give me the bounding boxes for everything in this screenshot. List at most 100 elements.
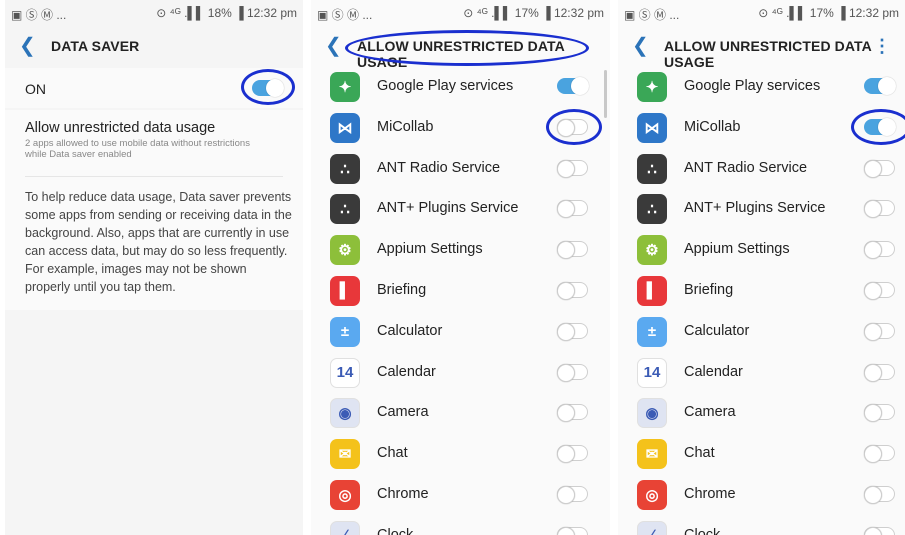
app-row[interactable]: ✦ Google Play services bbox=[311, 66, 610, 107]
app-bar: ❮ ALLOW UNRESTRICTED DATA USAGE bbox=[311, 26, 610, 70]
app-row[interactable]: ◎ Chrome bbox=[618, 474, 905, 515]
calendar-icon: 14 bbox=[637, 357, 667, 388]
switch-knob bbox=[557, 241, 575, 260]
app-bar: ❮ ALLOW UNRESTRICTED DATA USAGE ⋮ bbox=[618, 26, 905, 70]
calculator-icon: ± bbox=[637, 316, 667, 347]
app-data-switch[interactable] bbox=[864, 159, 895, 178]
data-saver-screen: ▣ Ⓢ Ⓜ ... ⊙ ⁴ᴳ .▌▌ 18% ▐ 12:32 pm ❮ DATA… bbox=[5, 0, 303, 535]
app-row[interactable]: ∕ Clock bbox=[618, 515, 905, 535]
app-data-switch[interactable] bbox=[557, 241, 588, 260]
app-row[interactable]: ✦ Google Play services bbox=[618, 66, 905, 107]
app-data-switch[interactable] bbox=[864, 117, 896, 136]
app-row[interactable]: ◉ Camera bbox=[311, 392, 610, 433]
app-data-switch[interactable] bbox=[864, 241, 895, 260]
app-name: Chat bbox=[684, 445, 715, 462]
app-row[interactable]: ⚙ Appium Settings bbox=[311, 229, 610, 270]
app-row[interactable]: ▌ Briefing bbox=[618, 270, 905, 311]
app-name: Chrome bbox=[377, 485, 429, 502]
switch-knob bbox=[557, 526, 575, 535]
app-row[interactable]: ∴ ANT Radio Service bbox=[311, 148, 610, 189]
app-name: Briefing bbox=[377, 281, 427, 298]
allow-unrestricted-link[interactable]: Allow unrestricted data usage bbox=[25, 120, 215, 136]
app-row[interactable]: ⋈ MiCollab bbox=[618, 107, 905, 148]
camera-icon: ◉ bbox=[637, 398, 667, 429]
app-data-switch[interactable] bbox=[864, 200, 895, 219]
app-name: Camera bbox=[684, 404, 736, 421]
data-saver-toggle-row[interactable]: ON bbox=[5, 68, 303, 108]
back-arrow-icon[interactable]: ❮ bbox=[325, 36, 342, 56]
app-row[interactable]: ∴ ANT+ Plugins Service bbox=[311, 188, 610, 229]
app-list: ✦ Google Play services ⋈ MiCollab ∴ ANT Radio… bbox=[618, 66, 905, 535]
app-data-switch[interactable] bbox=[557, 485, 588, 504]
switch-knob bbox=[864, 445, 882, 464]
app-data-switch[interactable] bbox=[864, 77, 896, 95]
back-arrow-icon[interactable]: ❮ bbox=[19, 36, 36, 56]
app-name: Clock bbox=[377, 526, 414, 535]
status-indicators: ⊙ ⁴ᴳ .▌▌ 17% ▐ 12:32 pm bbox=[758, 6, 899, 20]
app-row[interactable]: ◉ Camera bbox=[618, 392, 905, 433]
app-row[interactable]: ✉ Chat bbox=[311, 433, 610, 474]
micollab-icon: ⋈ bbox=[637, 112, 667, 143]
app-data-switch[interactable] bbox=[557, 445, 588, 464]
camera-icon: ◉ bbox=[330, 398, 360, 429]
app-data-switch[interactable] bbox=[557, 200, 588, 219]
switch-knob bbox=[557, 159, 575, 178]
app-row[interactable]: ⋈ MiCollab bbox=[311, 107, 610, 148]
app-row[interactable]: ∴ ANT+ Plugins Service bbox=[618, 188, 905, 229]
unrestricted-data-section: Allow unrestricted data usage 2 apps all… bbox=[5, 110, 303, 310]
ant-plus-icon: ∴ bbox=[637, 194, 667, 225]
app-data-switch[interactable] bbox=[557, 118, 588, 137]
app-row[interactable]: ◎ Chrome bbox=[311, 474, 610, 515]
switch-knob bbox=[864, 485, 882, 504]
switch-knob bbox=[557, 118, 575, 137]
micollab-icon: ⋈ bbox=[330, 112, 360, 143]
more-options-icon[interactable]: ⋮ bbox=[873, 36, 891, 57]
app-row[interactable]: ∴ ANT Radio Service bbox=[618, 148, 905, 189]
app-data-switch[interactable] bbox=[557, 404, 588, 423]
app-name: Camera bbox=[377, 404, 429, 421]
switch-knob bbox=[864, 159, 882, 178]
app-row[interactable]: ⚙ Appium Settings bbox=[618, 229, 905, 270]
google-play-services-icon: ✦ bbox=[637, 72, 667, 102]
app-data-switch[interactable] bbox=[864, 281, 895, 300]
app-name: Calendar bbox=[377, 363, 436, 380]
data-saver-state-label: ON bbox=[25, 81, 46, 97]
google-play-services-icon: ✦ bbox=[330, 72, 360, 102]
app-data-switch[interactable] bbox=[557, 159, 588, 178]
app-row[interactable]: ▌ Briefing bbox=[311, 270, 610, 311]
app-name: Chat bbox=[377, 445, 408, 462]
app-data-switch[interactable] bbox=[864, 445, 895, 464]
switch-knob bbox=[864, 200, 882, 219]
app-name: Clock bbox=[684, 526, 721, 535]
app-data-switch[interactable] bbox=[864, 363, 895, 382]
chat-icon: ✉ bbox=[637, 439, 667, 470]
app-list: ✦ Google Play services ⋈ MiCollab ∴ ANT Radio… bbox=[311, 66, 610, 535]
app-name: ANT+ Plugins Service bbox=[377, 200, 519, 217]
switch-knob bbox=[864, 241, 882, 260]
app-data-switch[interactable] bbox=[864, 526, 895, 535]
app-row[interactable]: 14 Calendar bbox=[311, 352, 610, 393]
app-row[interactable]: 14 Calendar bbox=[618, 352, 905, 393]
status-notifications: ▣ Ⓢ Ⓜ ... bbox=[624, 8, 680, 22]
data-saver-switch[interactable] bbox=[252, 79, 284, 97]
switch-knob bbox=[557, 281, 575, 300]
app-data-switch[interactable] bbox=[864, 485, 895, 504]
app-row[interactable]: ✉ Chat bbox=[618, 433, 905, 474]
app-row[interactable]: ± Calculator bbox=[311, 311, 610, 352]
app-data-switch[interactable] bbox=[557, 322, 588, 341]
switch-knob bbox=[864, 404, 882, 423]
app-row[interactable]: ± Calculator bbox=[618, 311, 905, 352]
app-data-switch[interactable] bbox=[557, 526, 588, 535]
status-notifications: ▣ Ⓢ Ⓜ ... bbox=[317, 8, 373, 22]
app-data-switch[interactable] bbox=[557, 77, 589, 95]
divider bbox=[25, 176, 283, 177]
app-data-switch[interactable] bbox=[864, 404, 895, 423]
app-name: Calendar bbox=[684, 363, 743, 380]
switch-knob bbox=[864, 322, 882, 341]
app-data-switch[interactable] bbox=[557, 281, 588, 300]
app-data-switch[interactable] bbox=[557, 363, 588, 382]
back-arrow-icon[interactable]: ❮ bbox=[632, 36, 649, 56]
app-row[interactable]: ∕ Clock bbox=[311, 515, 610, 535]
app-data-switch[interactable] bbox=[864, 322, 895, 341]
switch-knob bbox=[557, 485, 575, 504]
